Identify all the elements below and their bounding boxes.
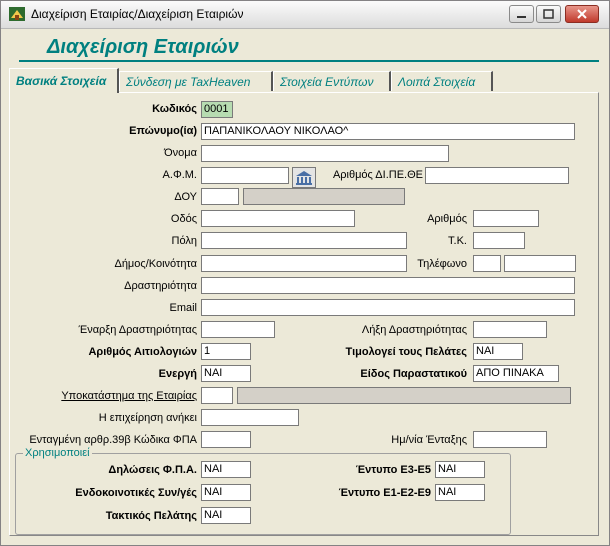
minimize-button[interactable]: [509, 5, 534, 23]
form-e3-label: Έντυπο Ε3-Ε5: [355, 464, 431, 476]
afm-label: Α.Φ.Μ.: [162, 169, 197, 181]
tab-other[interactable]: Λοιπά Στοιχεία: [391, 71, 493, 91]
first-name-field[interactable]: [201, 145, 449, 162]
first-name-label: Όνομα: [164, 147, 197, 159]
activity-field[interactable]: [201, 277, 575, 294]
branch-code-field[interactable]: [201, 387, 233, 404]
number-field[interactable]: [473, 210, 539, 227]
document-type-field[interactable]: ΑΠΟ ΠΙΝΑΚΑ: [473, 365, 559, 382]
invoices-customers-field[interactable]: ΝΑΙ: [473, 343, 523, 360]
number-label: Αριθμός: [427, 213, 467, 225]
municipality-field[interactable]: [201, 255, 407, 272]
window-title: Διαχείριση Εταιρίας/Διαχείριση Εταιριών: [31, 7, 244, 21]
active-field[interactable]: ΝΑΙ: [201, 365, 251, 382]
intra-community-label: Ενδοκοινοτικές Συν/γές: [75, 487, 197, 499]
end-date-field[interactable]: [473, 321, 547, 338]
code-field[interactable]: 0001: [201, 101, 233, 118]
invoices-customers-label: Τιμολογεί τους Πελάτες: [345, 346, 467, 358]
code-label: Κωδικός: [152, 103, 197, 115]
maximize-icon: [543, 9, 554, 19]
business-belongs-label: Η επιχείρηση ανήκει: [98, 412, 197, 424]
title-bar[interactable]: Διαχείριση Εταιρίας/Διαχείριση Εταιριών: [1, 1, 609, 29]
street-label: Οδός: [170, 213, 197, 225]
close-icon: [577, 9, 587, 19]
business-belongs-field[interactable]: [201, 409, 299, 426]
active-label: Ενεργή: [158, 368, 197, 380]
company-management-window: Διαχείριση Εταιρίας/Διαχείριση Εταιριών …: [0, 0, 610, 546]
email-field[interactable]: [201, 299, 575, 316]
phone-label: Τηλέφωνο: [417, 258, 467, 270]
phone-field[interactable]: [504, 255, 576, 272]
city-label: Πόλη: [171, 235, 197, 247]
vat-returns-field[interactable]: ΝΑΙ: [201, 461, 251, 478]
activity-label: Δραστηριότητα: [124, 280, 197, 292]
doy-name-field: [243, 188, 405, 205]
uses-group-label: Χρησιμοποιεί: [23, 447, 92, 459]
document-type-label: Είδος Παραστατικού: [360, 368, 467, 380]
branch-link[interactable]: Υποκατάστημα της Εταιρίας: [21, 390, 197, 402]
app-icon: [9, 7, 25, 21]
end-date-label: Λήξη Δραστηριότητας: [361, 324, 467, 336]
minimize-icon: [517, 16, 526, 18]
page-title: Διαχείριση Εταιριών: [47, 36, 239, 58]
tab-basic-info[interactable]: Βασικά Στοιχεία: [9, 68, 119, 93]
postcode-label: Τ.Κ.: [448, 235, 467, 247]
inclusion-date-field[interactable]: [473, 431, 547, 448]
start-date-label: Έναρξη Δραστηριότητας: [78, 324, 197, 336]
close-button[interactable]: [565, 5, 599, 23]
title-underline: [19, 60, 599, 62]
regular-customer-label: Τακτικός Πελάτης: [105, 510, 197, 522]
reasons-count-label: Αριθμός Αιτιολογιών: [88, 346, 197, 358]
form-e3-field[interactable]: ΝΑΙ: [435, 461, 485, 478]
form-e1-field[interactable]: ΝΑΙ: [435, 484, 485, 501]
email-label: Email: [169, 302, 197, 314]
doy-label: ΔΟΥ: [174, 191, 197, 203]
afm-field[interactable]: [201, 167, 289, 184]
street-field[interactable]: [201, 210, 355, 227]
form-e1-label: Έντυπο Ε1-Ε2-Ε9: [338, 487, 431, 499]
article-39b-field[interactable]: [201, 431, 251, 448]
tab-taxheaven[interactable]: Σύνδεση με TaxHeaven: [119, 71, 273, 91]
regular-customer-field[interactable]: ΝΑΙ: [201, 507, 251, 524]
article-39b-label: Ενταγμένη αρθρ.39β Κώδικα ΦΠΑ: [29, 434, 197, 446]
doy-code-field[interactable]: [201, 188, 239, 205]
municipality-label: Δήμος/Κοινότητα: [114, 258, 197, 270]
taxis-lookup-icon: [296, 171, 312, 185]
postcode-field[interactable]: [473, 232, 525, 249]
city-field[interactable]: [201, 232, 407, 249]
reasons-count-field[interactable]: 1: [201, 343, 251, 360]
vat-returns-label: Δηλώσεις Φ.Π.Α.: [108, 464, 197, 476]
phone-prefix-field[interactable]: [473, 255, 501, 272]
inclusion-date-label: Ημ/νία Ένταξης: [391, 434, 467, 446]
intra-community-field[interactable]: ΝΑΙ: [201, 484, 251, 501]
afm-lookup-button[interactable]: [292, 167, 316, 188]
dipethe-field[interactable]: [425, 167, 569, 184]
surname-label: Επώνυμο(ία): [129, 125, 197, 137]
maximize-button[interactable]: [536, 5, 561, 23]
surname-field[interactable]: ΠΑΠΑΝΙΚΟΛΑΟΥ ΝΙΚΟΛΑΟ^: [201, 123, 575, 140]
start-date-field[interactable]: [201, 321, 275, 338]
dipethe-label: Αριθμός ΔΙ.ΠΕ.ΘΕ: [332, 169, 423, 181]
tab-forms[interactable]: Στοιχεία Εντύπων: [273, 71, 391, 91]
branch-name-field: [237, 387, 571, 404]
